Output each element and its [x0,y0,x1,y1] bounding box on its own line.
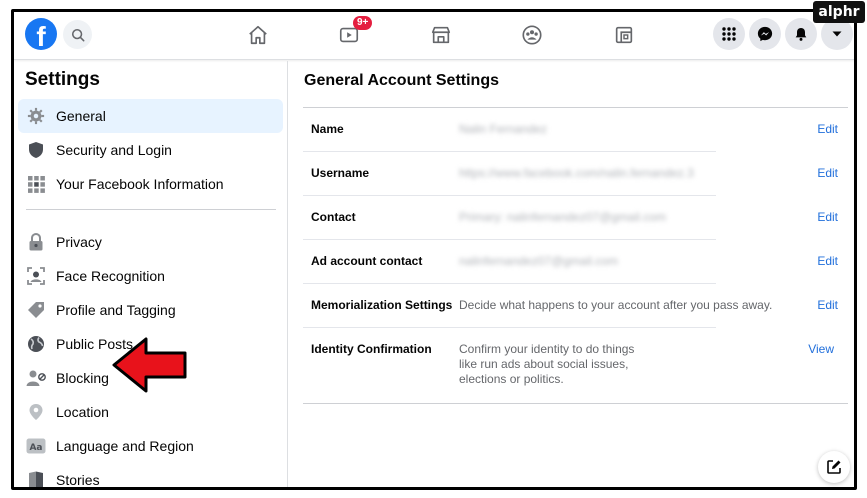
facebook-logo[interactable]: f [25,18,57,50]
sidebar-item-label: Privacy [56,234,102,250]
row-value: Primary: nalinfernandez07@gmail.com [459,210,666,224]
row-value: Decide what happens to your account afte… [459,298,773,312]
menu-button[interactable] [713,18,745,50]
sidebar-item-profile-tagging[interactable]: Profile and Tagging [18,293,283,327]
messenger-button[interactable] [749,18,781,50]
sidebar-item-security[interactable]: Security and Login [18,133,283,167]
row-label: Username [311,166,370,180]
notifications-button[interactable] [785,18,817,50]
compose-icon [827,460,841,474]
row-label: Name [311,122,344,136]
sidebar-title: Settings [25,69,100,90]
caret-down-icon [832,31,842,37]
tag-icon [26,300,46,320]
nav-groups-tab[interactable] [519,22,545,48]
settings-row-username[interactable]: Username https://www.facebook.com/nalin.… [303,152,848,196]
bell-icon [795,28,807,41]
sidebar-item-label: Blocking [56,370,109,386]
sidebar-item-face-recognition[interactable]: Face Recognition [18,259,283,293]
settings-row-identity-confirmation[interactable]: Identity Confirmation Confirm your ident… [303,328,848,403]
sidebar-item-label: Language and Region [56,438,194,454]
grid-info-icon [26,174,46,194]
language-icon: Aa [26,436,46,456]
browser-frame: f 9+ Settings General Security and Login… [11,9,857,490]
sidebar-divider [26,209,276,210]
grid-menu-icon [722,27,736,41]
sidebar-item-label: Location [56,404,109,420]
top-navigation-bar: f 9+ [14,12,854,60]
settings-sidebar: Settings General Security and Login Your… [14,61,288,488]
row-label: Contact [311,210,356,224]
location-pin-icon [26,402,46,422]
face-scan-icon [26,266,46,286]
new-message-button[interactable] [818,451,850,483]
sidebar-item-language-region[interactable]: Aa Language and Region [18,429,283,463]
sidebar-item-location[interactable]: Location [18,395,283,429]
edit-link[interactable]: Edit [817,298,838,312]
page-title: General Account Settings [304,72,499,89]
blocked-user-icon [26,368,46,388]
row-value: Confirm your identity to do things like … [459,342,635,386]
row-label: Ad account contact [311,254,423,268]
search-icon [71,28,84,41]
edit-link[interactable]: Edit [817,166,838,180]
sidebar-item-stories[interactable]: Stories [18,463,283,488]
svg-text:Aa: Aa [29,443,42,453]
marketplace-icon [431,26,451,44]
row-value: Nalin Fernandez [459,122,548,136]
sidebar-item-label: Security and Login [56,142,172,158]
general-settings-table: Name Nalin Fernandez Edit Username https… [303,107,848,404]
row-label: Identity Confirmation [311,342,432,356]
edit-link[interactable]: Edit [817,254,838,268]
row-label: Memorialization Settings [311,298,453,312]
edit-link[interactable]: Edit [817,122,838,136]
edit-link[interactable]: Edit [817,210,838,224]
globe-icon [26,334,46,354]
red-pointer-arrow [112,337,187,393]
sidebar-item-label: Face Recognition [56,268,165,284]
nav-home-tab[interactable] [245,22,271,48]
alphr-watermark: alphr [813,1,865,23]
row-value: nalinfernandez07@gmail.com [459,254,618,268]
home-icon [249,25,267,45]
sidebar-item-privacy[interactable]: Privacy [18,225,283,259]
sidebar-item-label: Your Facebook Information [56,176,224,192]
sidebar-item-label: Stories [56,472,100,488]
search-button[interactable] [63,20,92,49]
settings-row-ad-account-contact[interactable]: Ad account contact nalinfernandez07@gmai… [303,240,848,284]
settings-row-name[interactable]: Name Nalin Fernandez Edit [303,108,848,152]
gaming-icon [615,26,633,44]
nav-marketplace-tab[interactable] [428,22,454,48]
shield-icon [26,140,46,160]
settings-row-contact[interactable]: Contact Primary: nalinfernandez07@gmail.… [303,196,848,240]
sidebar-item-general[interactable]: General [18,99,283,133]
gear-icon [26,106,46,126]
messenger-icon [757,26,773,42]
row-value: https://www.facebook.com/nalin.fernandez… [459,166,694,180]
book-icon [26,470,46,487]
sidebar-item-your-information[interactable]: Your Facebook Information [18,167,283,201]
sidebar-item-label: Profile and Tagging [56,302,176,318]
groups-icon [522,25,542,45]
lock-icon [26,232,46,252]
watch-notification-badge: 9+ [353,16,373,30]
sidebar-item-label: General [56,108,106,124]
view-link[interactable]: View [808,342,834,356]
settings-row-memorialization[interactable]: Memorialization Settings Decide what hap… [303,284,848,328]
nav-gaming-tab[interactable] [611,22,637,48]
